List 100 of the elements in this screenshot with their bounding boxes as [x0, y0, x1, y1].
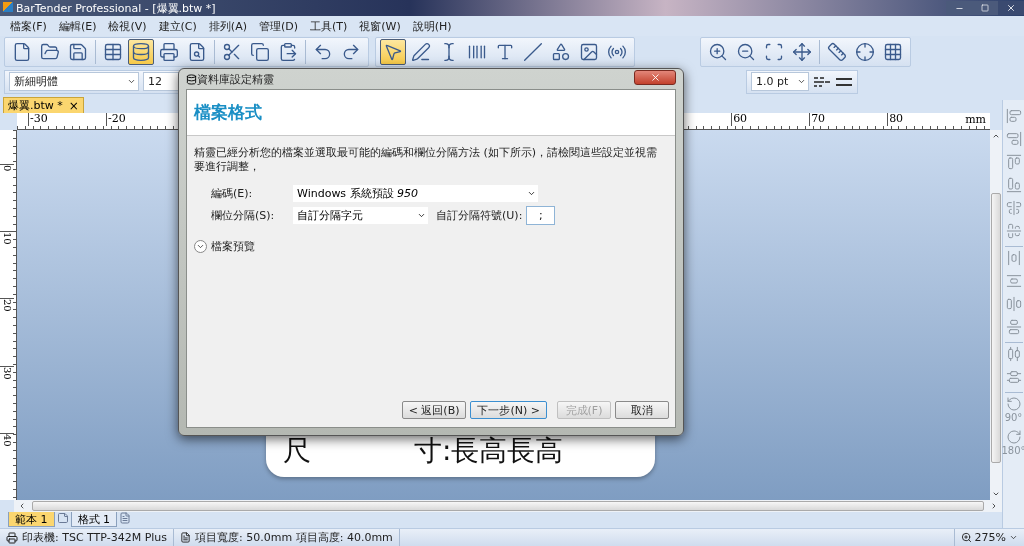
scroll-up-icon[interactable] — [992, 132, 1000, 140]
chevron-icon — [194, 239, 207, 253]
rotate-left-icon — [1005, 396, 1022, 412]
line-style-icon[interactable] — [813, 74, 831, 89]
database-button[interactable] — [128, 39, 154, 65]
zoom-in-icon — [708, 42, 728, 62]
ruler-label: 70 — [809, 113, 888, 126]
printer-status: 印表機: TSC TTP-342M Plus — [22, 530, 168, 545]
custom-separator-field[interactable]: ; — [526, 205, 556, 225]
align-center-icon — [1005, 200, 1022, 216]
tab-close-button[interactable]: × — [68, 99, 79, 112]
table-icon — [103, 42, 123, 62]
document-tab-label: 爆翼.btw * — [8, 98, 63, 113]
print-preview-icon — [187, 42, 207, 62]
folder-icon — [40, 42, 60, 62]
zoom-dropdown[interactable]: 275% — [953, 529, 1024, 546]
ruler-label: 60 — [731, 113, 810, 126]
pointer-button[interactable] — [380, 39, 406, 65]
scroll-down-icon[interactable] — [992, 490, 1000, 498]
close-icon — [1006, 3, 1016, 13]
center-vertical-icon — [1005, 319, 1022, 335]
line-icon — [523, 42, 543, 62]
caret-icon — [797, 77, 806, 86]
distribute-vertical-icon — [1005, 369, 1022, 385]
page-icon — [180, 532, 192, 543]
grid-icon — [883, 42, 903, 62]
save-icon — [68, 42, 88, 62]
shapes-icon — [551, 42, 571, 62]
align-top-icon — [1005, 154, 1022, 170]
label-text: 寸:長高長高 — [414, 437, 564, 465]
caret-icon — [127, 77, 136, 86]
line-weight-dropdown[interactable]: 1.0 pt — [751, 72, 809, 91]
document-tab[interactable]: 爆翼.btw * × — [3, 97, 84, 113]
database-icon — [186, 73, 197, 85]
separator-dropdown[interactable]: 自訂分隔字元 — [293, 206, 428, 224]
wizard-button[interactable]: 下一步(N) > — [470, 401, 547, 419]
note-icon[interactable] — [56, 512, 69, 524]
ruler-label: 40 — [0, 432, 14, 500]
align-middle-icon — [1005, 223, 1022, 239]
ruler-label: 20 — [0, 298, 14, 366]
space-horizontal-icon — [1005, 250, 1022, 266]
item-size-status: 項目寬度: 50.0mm 項目高度: 40.0mm — [195, 530, 393, 545]
cut-icon — [222, 42, 242, 62]
wizard-button[interactable]: 取消 — [615, 401, 669, 419]
menu-item[interactable]: 編輯(E) — [52, 18, 103, 34]
undo-icon — [313, 42, 333, 62]
page-icon[interactable] — [119, 512, 131, 524]
menu-item[interactable]: 管理(D) — [252, 18, 304, 34]
menu-item[interactable]: 建立(C) — [152, 18, 203, 34]
menu-item[interactable]: 檢視(V) — [102, 18, 153, 34]
dialog-close-button[interactable] — [634, 69, 676, 85]
close-icon — [649, 71, 661, 83]
menu-item[interactable]: 視窗(W) — [353, 18, 407, 34]
separator-label: 欄位分隔(S): — [211, 207, 276, 223]
image-icon — [579, 42, 599, 62]
vertical-scrollbar[interactable] — [990, 130, 1002, 500]
dialog-title: 資料庫設定精靈 — [197, 71, 274, 87]
rotate-right-icon — [1005, 429, 1022, 445]
zoom-out-icon — [736, 42, 756, 62]
pointer-icon — [383, 42, 403, 62]
crosshair-icon — [855, 42, 875, 62]
label-text: 尺 — [283, 437, 311, 465]
horizontal-scrollbar[interactable] — [14, 500, 1002, 512]
zoom-icon — [960, 532, 972, 543]
close-button[interactable] — [998, 1, 1024, 15]
caret-icon — [1009, 533, 1018, 542]
scroll-right-icon[interactable] — [990, 502, 998, 510]
printer-icon — [6, 531, 18, 544]
font-dropdown[interactable]: 新細明體 — [9, 72, 139, 91]
zoom-area-icon — [764, 42, 784, 62]
encoding-dropdown[interactable]: Windows 系統預設 950 — [293, 184, 538, 202]
menu-item[interactable]: 說明(H) — [406, 18, 458, 34]
sheet-tab[interactable]: 範本 1 — [8, 512, 55, 527]
description-text: 精靈已經分析您的檔案並選取最可能的編碼和欄位分隔方法 (如下所示)，請檢閱這些設定並視需要進行調整， — [194, 146, 659, 175]
new-file-icon — [12, 42, 32, 62]
ruler-label: 0 — [0, 164, 14, 232]
distribute-horizontal-icon — [1005, 346, 1022, 362]
wizard-button[interactable]: < 返回(B) — [401, 401, 467, 419]
scroll-left-icon[interactable] — [18, 502, 26, 510]
space-vertical-icon — [1005, 273, 1022, 289]
database-icon — [131, 42, 151, 62]
menu-item[interactable]: 檔案(F) — [4, 18, 53, 34]
page-heading: 檔案格式 — [194, 101, 262, 124]
ruler-label: 80 — [887, 113, 966, 126]
redo-icon — [341, 42, 361, 62]
ruler-label: 30 — [0, 365, 14, 433]
align-bottom-icon — [1005, 177, 1022, 193]
sheet-tab[interactable]: 格式 1 — [70, 512, 117, 527]
window-title: BarTender Professional - [爆翼.btw *] — [0, 0, 216, 16]
maximize-icon — [981, 4, 989, 12]
menu-item[interactable]: 工具(T) — [304, 18, 354, 34]
center-horizontal-icon — [1005, 296, 1022, 312]
preview-expander[interactable]: 檔案預覽 — [194, 238, 668, 254]
paste-icon — [278, 42, 298, 62]
ruler-label: -30 — [28, 113, 106, 126]
ruler-label: 10 — [0, 231, 14, 299]
copy-icon — [250, 42, 270, 62]
menu-item[interactable]: 排列(A) — [202, 18, 253, 34]
ruler-unit: mm — [965, 113, 986, 126]
fit-arrows-icon — [792, 42, 812, 62]
